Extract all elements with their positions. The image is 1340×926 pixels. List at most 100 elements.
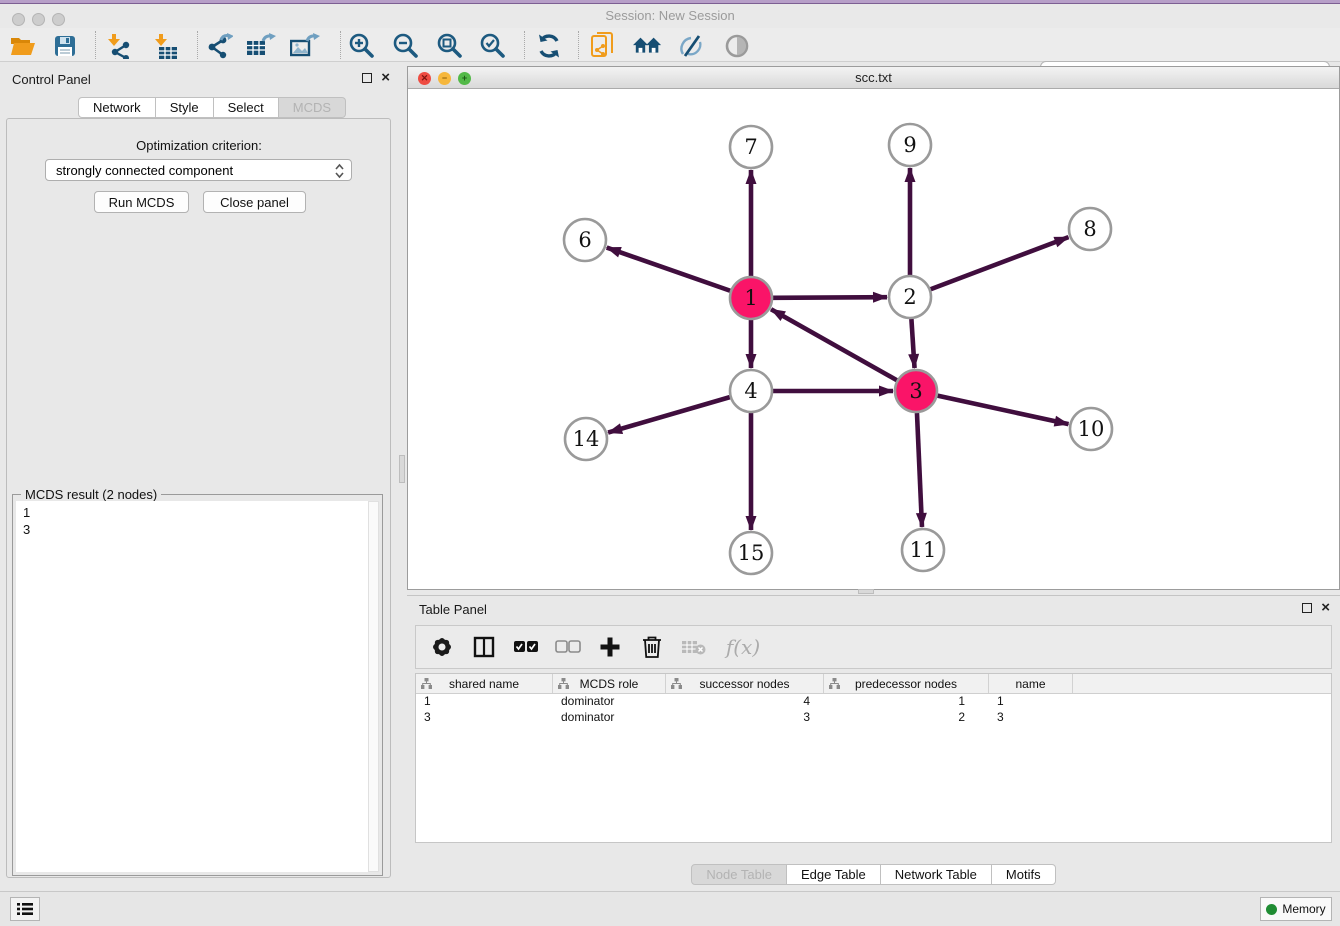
close-panel-button[interactable]: Close panel bbox=[203, 191, 306, 213]
optimization-label: Optimization criterion: bbox=[0, 138, 398, 153]
show-details-icon[interactable] bbox=[722, 33, 752, 59]
panel-splitter-handle[interactable] bbox=[399, 455, 405, 483]
save-session-icon[interactable] bbox=[50, 33, 80, 59]
export-network-icon[interactable] bbox=[204, 33, 234, 59]
column-header-predecessor-nodes[interactable]: predecessor nodes bbox=[824, 674, 989, 693]
export-image-icon[interactable] bbox=[290, 33, 320, 59]
table-cell[interactable]: 1 bbox=[824, 694, 989, 710]
home-icon[interactable] bbox=[633, 33, 663, 59]
fit-content-icon[interactable] bbox=[435, 33, 465, 59]
graph-node-7[interactable]: 7 bbox=[730, 126, 772, 168]
zoom-out-icon[interactable] bbox=[391, 33, 421, 59]
toolbar-separator bbox=[524, 31, 525, 59]
task-history-button[interactable] bbox=[10, 897, 40, 921]
graph-node-3[interactable]: 3 bbox=[895, 370, 937, 412]
tab-network[interactable]: Network bbox=[78, 97, 156, 118]
graph-node-4[interactable]: 4 bbox=[730, 370, 772, 412]
gear-icon[interactable] bbox=[428, 633, 456, 661]
list-icon bbox=[16, 902, 34, 916]
select-all-icon[interactable] bbox=[512, 633, 540, 661]
delete-icon[interactable] bbox=[638, 633, 666, 661]
horizontal-splitter-handle[interactable] bbox=[858, 589, 874, 594]
table-cell[interactable]: 3 bbox=[666, 710, 824, 726]
table-cell[interactable]: 3 bbox=[416, 710, 553, 726]
edge-3-1[interactable] bbox=[771, 309, 897, 380]
hide-details-icon[interactable] bbox=[677, 33, 707, 59]
graph-node-1[interactable]: 1 bbox=[730, 277, 772, 319]
column-header-successor-nodes[interactable]: successor nodes bbox=[666, 674, 824, 693]
edge-2-3[interactable] bbox=[911, 319, 914, 368]
tab-network-table[interactable]: Network Table bbox=[881, 864, 992, 885]
edge-3-11[interactable] bbox=[917, 413, 922, 527]
refresh-layout-icon[interactable] bbox=[534, 33, 564, 59]
graph-node-11[interactable]: 11 bbox=[902, 529, 944, 571]
edge-3-10[interactable] bbox=[937, 396, 1068, 424]
import-network-icon[interactable] bbox=[104, 33, 134, 59]
table-cell[interactable]: 1 bbox=[416, 694, 553, 710]
criterion-dropdown[interactable]: strongly connected component bbox=[45, 159, 352, 181]
float-panel-icon[interactable] bbox=[362, 73, 372, 83]
graph-node-8[interactable]: 8 bbox=[1069, 208, 1111, 250]
table-row[interactable]: 1dominator411 bbox=[416, 694, 1331, 710]
columns-icon[interactable] bbox=[470, 633, 498, 661]
result-scrollbar[interactable] bbox=[368, 501, 379, 872]
table-cell[interactable]: 4 bbox=[666, 694, 824, 710]
run-mcds-button[interactable]: Run MCDS bbox=[94, 191, 189, 213]
edge-4-14[interactable] bbox=[608, 397, 730, 432]
add-icon[interactable] bbox=[596, 633, 624, 661]
mcds-result-box: MCDS result (2 nodes) 1 3 bbox=[12, 494, 383, 876]
edge-2-8[interactable] bbox=[931, 237, 1069, 289]
graph-node-10[interactable]: 10 bbox=[1070, 408, 1112, 450]
export-table-icon[interactable] bbox=[246, 33, 276, 59]
application-window: Session: New Session bbox=[0, 0, 1340, 926]
function-builder-icon[interactable]: f(x) bbox=[722, 633, 764, 661]
graph-node-6[interactable]: 6 bbox=[564, 219, 606, 261]
table-cell[interactable]: 2 bbox=[824, 710, 989, 726]
tab-mcds[interactable]: MCDS bbox=[279, 97, 346, 118]
tab-motifs[interactable]: Motifs bbox=[992, 864, 1056, 885]
network-view-title: scc.txt bbox=[408, 70, 1339, 85]
clone-network-icon[interactable] bbox=[589, 33, 619, 59]
zoom-in-icon[interactable] bbox=[347, 33, 377, 59]
open-session-icon[interactable] bbox=[8, 33, 38, 59]
column-header-shared-name[interactable]: shared name bbox=[416, 674, 553, 693]
table-cell[interactable]: dominator bbox=[553, 710, 666, 726]
memory-button[interactable]: Memory bbox=[1260, 897, 1332, 921]
mcds-result-area[interactable]: 1 3 bbox=[16, 501, 368, 872]
graph-node-15[interactable]: 15 bbox=[730, 532, 772, 574]
svg-text:15: 15 bbox=[738, 541, 765, 565]
graph-node-14[interactable]: 14 bbox=[565, 418, 607, 460]
network-view-window: ✕ − + scc.txt 7 9 6 8 1 2 4 3 14 10 15 11 bbox=[407, 66, 1340, 590]
graph-node-2[interactable]: 2 bbox=[889, 276, 931, 318]
tab-edge-table[interactable]: Edge Table bbox=[787, 864, 881, 885]
tab-style[interactable]: Style bbox=[156, 97, 214, 118]
table-cell[interactable]: 1 bbox=[989, 694, 1073, 710]
window-titlebar[interactable]: Session: New Session bbox=[0, 4, 1340, 28]
close-table-panel-icon[interactable]: × bbox=[1321, 603, 1330, 613]
clear-selection-icon[interactable] bbox=[554, 633, 582, 661]
svg-text:7: 7 bbox=[744, 135, 757, 159]
control-panel-title: Control Panel bbox=[12, 72, 91, 87]
tab-node-table[interactable]: Node Table bbox=[691, 864, 787, 885]
zoom-selected-icon[interactable] bbox=[478, 33, 508, 59]
network-window-titlebar[interactable]: ✕ − + scc.txt bbox=[408, 67, 1339, 89]
status-bar: Memory bbox=[0, 891, 1340, 926]
close-panel-icon[interactable]: × bbox=[381, 73, 390, 83]
column-header-MCDS-role[interactable]: MCDS role bbox=[553, 674, 666, 693]
table-row[interactable]: 3dominator323 bbox=[416, 710, 1331, 726]
network-canvas[interactable]: 7 9 6 8 1 2 4 3 14 10 15 11 bbox=[408, 89, 1339, 589]
edge-1-6[interactable] bbox=[607, 248, 731, 291]
table-cell[interactable]: dominator bbox=[553, 694, 666, 710]
tab-select[interactable]: Select bbox=[214, 97, 279, 118]
float-table-panel-icon[interactable] bbox=[1302, 603, 1312, 613]
edge-1-2[interactable] bbox=[773, 297, 887, 298]
delete-table-icon[interactable] bbox=[680, 633, 708, 661]
column-header-name[interactable]: name bbox=[989, 674, 1073, 693]
svg-text:6: 6 bbox=[578, 228, 591, 252]
import-table-icon[interactable] bbox=[150, 33, 180, 59]
mcds-result-text: 1 3 bbox=[23, 504, 30, 538]
graph-node-9[interactable]: 9 bbox=[889, 124, 931, 166]
table-cell[interactable]: 3 bbox=[989, 710, 1073, 726]
svg-text:11: 11 bbox=[910, 538, 937, 562]
tree-icon bbox=[421, 678, 432, 689]
